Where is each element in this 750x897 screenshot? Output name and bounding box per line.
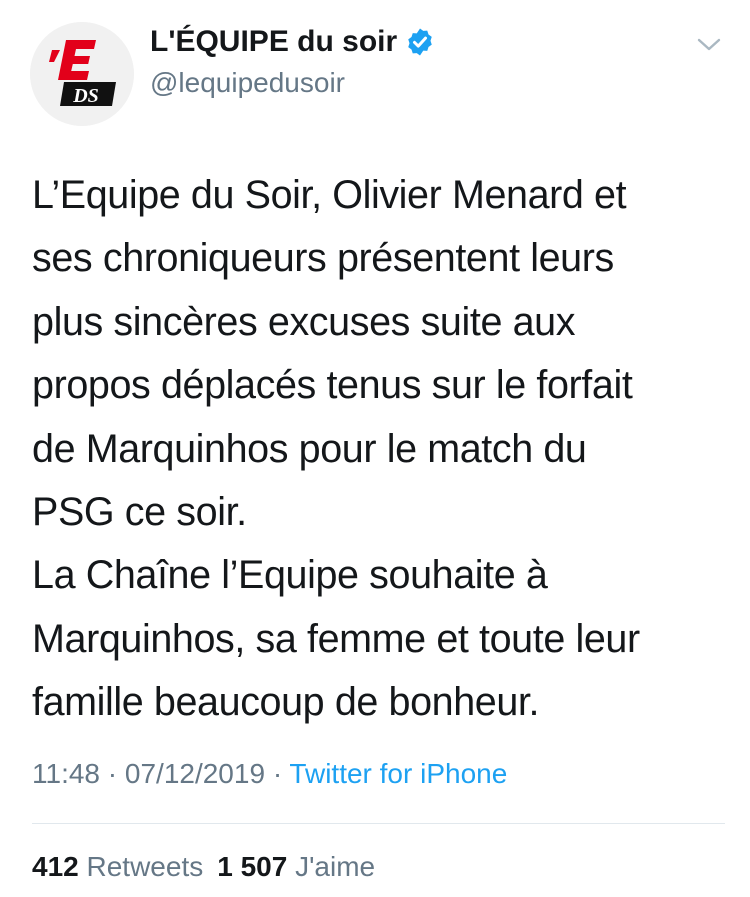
- tweet-text-line: famille beaucoup de bonheur.: [32, 680, 540, 725]
- author-name-text: L'ÉQUIPE du soir: [150, 25, 398, 58]
- tweet-text-line: L’Equipe du Soir, Olivier Menard et: [32, 173, 627, 217]
- tweet-text-line: PSG ce soir.: [32, 490, 247, 535]
- tweet-stats: 412 Retweets 1 507 J'aime: [32, 849, 375, 885]
- chevron-down-icon[interactable]: [694, 32, 724, 56]
- author-name[interactable]: L'ÉQUIPE du soir: [150, 24, 435, 60]
- logo-text: DS: [72, 85, 99, 107]
- meta-separator: ·: [107, 758, 118, 789]
- tweet-text-line: Marquinhos, sa femme et toute leur: [32, 616, 640, 661]
- lequipe-du-soir-logo: DS: [30, 22, 134, 126]
- divider: [32, 823, 725, 824]
- tweet-source-link[interactable]: Twitter for iPhone: [289, 758, 507, 789]
- tweet-meta: 11:48 · 07/12/2019 · Twitter for iPhone: [32, 756, 507, 792]
- tweet-text-line: plus sincères excuses suite aux: [32, 299, 576, 344]
- meta-separator: ·: [272, 758, 283, 789]
- tweet-card: DS L'ÉQUIPE du soir @lequipedusoir L’Equ…: [0, 0, 750, 897]
- retweets-count: 412: [32, 851, 79, 882]
- author-handle[interactable]: @lequipedusoir: [150, 66, 345, 100]
- verified-badge-icon: [408, 28, 432, 56]
- avatar[interactable]: DS: [30, 22, 134, 126]
- tweet-time[interactable]: 11:48: [32, 758, 100, 789]
- tweet-text-line: La Chaîne l’Equipe souhaite à: [32, 553, 548, 598]
- retweets-label: Retweets: [86, 851, 204, 882]
- likes-stat[interactable]: 1 507 J'aime: [217, 851, 375, 882]
- tweet-date[interactable]: 07/12/2019: [125, 758, 265, 789]
- tweet-text-line: propos déplacés tenus sur le forfait: [32, 363, 633, 408]
- tweet-text-line: de Marquinhos pour le match du: [32, 426, 587, 471]
- tweet-text-line: ses chroniqueurs présentent leurs: [32, 236, 614, 281]
- likes-count: 1 507: [217, 851, 288, 882]
- retweets-stat[interactable]: 412 Retweets: [32, 851, 203, 882]
- tweet-text: L’Equipe du Soir, Olivier Menard et ses …: [32, 164, 722, 735]
- likes-label: J'aime: [295, 851, 376, 882]
